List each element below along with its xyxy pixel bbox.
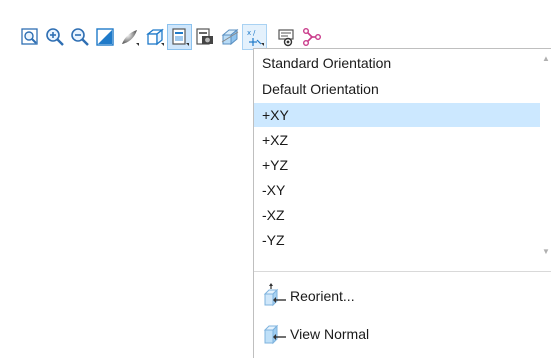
- list-item-standard-orientation[interactable]: Standard Orientation: [254, 51, 540, 75]
- graphics-toolbar: x /: [0, 0, 551, 50]
- named-views-icon[interactable]: [144, 26, 166, 48]
- section-view-icon[interactable]: [219, 26, 241, 48]
- datum-display-icon[interactable]: x /: [242, 24, 267, 50]
- view-normal-label: View Normal: [290, 326, 370, 342]
- scroll-down-icon[interactable]: ▼: [542, 247, 550, 256]
- zoom-fit-icon[interactable]: [19, 26, 41, 48]
- list-item-minus-xz[interactable]: -XZ: [254, 203, 540, 227]
- list-item-minus-yz[interactable]: -YZ: [254, 228, 540, 252]
- list-item-plus-yz[interactable]: +YZ: [254, 153, 540, 177]
- scroll-up-icon[interactable]: ▲: [542, 54, 550, 63]
- zoom-in-icon[interactable]: [44, 26, 66, 48]
- list-scrollbar[interactable]: ▲ ▼: [540, 49, 551, 264]
- reorient-icon: [263, 283, 286, 307]
- list-item-plus-xz[interactable]: +XZ: [254, 128, 540, 152]
- orientation-list[interactable]: Standard Orientation Default Orientation…: [254, 49, 551, 264]
- list-item-plus-xy[interactable]: +XY: [254, 103, 540, 127]
- svg-text:x: x: [247, 29, 251, 37]
- list-item-default-orientation[interactable]: Default Orientation: [254, 77, 540, 101]
- view-normal-icon: [263, 324, 286, 345]
- display-style-icon[interactable]: [119, 26, 141, 48]
- list-item-minus-xy[interactable]: -XY: [254, 178, 540, 202]
- view-manager-icon[interactable]: [194, 26, 216, 48]
- spin-center-icon[interactable]: [300, 26, 322, 48]
- zoom-out-icon[interactable]: [69, 26, 91, 48]
- annotation-display-icon[interactable]: [276, 26, 298, 48]
- saved-orientations-menu: Standard Orientation Default Orientation…: [253, 48, 551, 358]
- view-normal-button[interactable]: View Normal: [254, 317, 551, 351]
- reorient-button[interactable]: Reorient...: [254, 279, 551, 313]
- saved-orientations-icon[interactable]: [167, 24, 192, 50]
- reorient-label: Reorient...: [290, 288, 355, 304]
- svg-text:/: /: [253, 29, 256, 37]
- repaint-icon[interactable]: [94, 26, 116, 48]
- menu-divider: [254, 271, 551, 272]
